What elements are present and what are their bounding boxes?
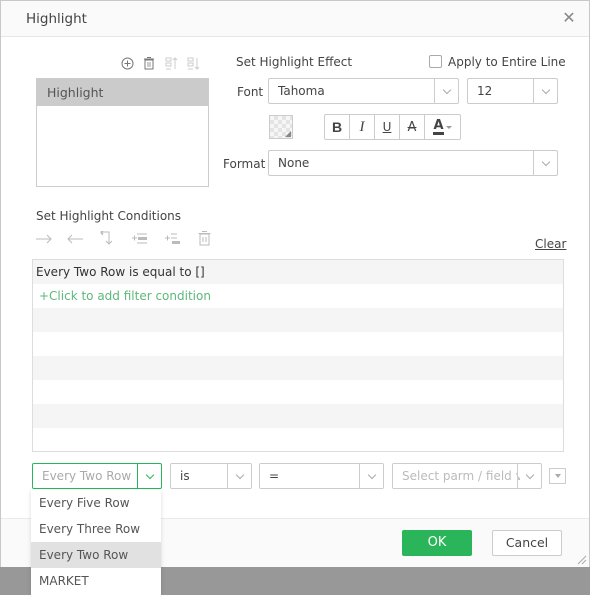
chevron-down-icon[interactable] xyxy=(359,464,383,488)
more-options-button[interactable] xyxy=(549,468,566,484)
field-dropdown-menu: Every Five Row Every Three Row Every Two… xyxy=(31,490,161,595)
indent-right-icon[interactable] xyxy=(35,231,53,247)
chevron-down-icon[interactable] xyxy=(434,79,458,103)
highlight-list: Highlight xyxy=(36,78,209,187)
empty-row xyxy=(33,428,563,452)
move-up-icon xyxy=(163,55,179,71)
italic-button[interactable]: I xyxy=(350,115,375,139)
dialog-titlebar: Highlight ✕ xyxy=(1,1,589,37)
chevron-down-icon[interactable] xyxy=(137,464,161,488)
font-label: Font xyxy=(237,85,264,99)
comparison-select-value: = xyxy=(269,469,280,483)
add-circle-icon[interactable] xyxy=(119,55,135,71)
value-select-placeholder: Select parm / field valu xyxy=(402,469,520,483)
field-select[interactable]: Every Two Row xyxy=(32,463,162,489)
return-icon[interactable] xyxy=(99,230,117,246)
empty-row xyxy=(33,380,563,404)
highlight-list-item[interactable]: Highlight xyxy=(37,79,208,106)
empty-row xyxy=(33,356,563,380)
conditions-section-label: Set Highlight Conditions xyxy=(36,209,182,223)
trash-icon[interactable] xyxy=(141,55,157,71)
format-label: Format xyxy=(223,157,266,171)
effect-section-label: Set Highlight Effect xyxy=(236,55,353,69)
ok-button[interactable]: OK xyxy=(402,530,472,556)
font-select-value: Tahoma xyxy=(278,84,325,98)
move-down-icon xyxy=(185,55,201,71)
value-select[interactable]: Select parm / field valu xyxy=(392,463,542,489)
font-select[interactable]: Tahoma xyxy=(268,78,459,104)
text-format-toolbar: B I U A A xyxy=(324,114,461,140)
delete-icon[interactable] xyxy=(196,230,212,246)
cancel-button[interactable]: Cancel xyxy=(492,530,562,556)
append-condition-icon[interactable] xyxy=(164,231,182,247)
chevron-down-icon[interactable] xyxy=(533,151,557,175)
close-icon[interactable]: ✕ xyxy=(559,8,579,28)
font-size-value: 12 xyxy=(477,84,493,98)
font-color-icon: A xyxy=(433,118,444,135)
empty-row xyxy=(33,308,563,332)
dropdown-option[interactable]: Every Three Row xyxy=(31,516,161,542)
strikethrough-button[interactable]: A xyxy=(400,115,425,139)
font-color-button[interactable]: A xyxy=(425,115,460,139)
field-select-value: Every Two Row xyxy=(42,469,132,483)
chevron-down-icon[interactable] xyxy=(533,79,557,103)
caret-down-icon xyxy=(445,125,452,129)
apply-entire-line-checkbox[interactable] xyxy=(429,55,442,68)
conditions-grid: Every Two Row is equal to [] +Click to a… xyxy=(32,259,564,452)
apply-entire-line-label: Apply to Entire Line xyxy=(448,55,566,69)
add-filter-condition-link[interactable]: +Click to add filter condition xyxy=(33,284,563,308)
background-color-picker[interactable] xyxy=(269,115,293,139)
highlight-dialog: Highlight ✕ Highlight Set Highlight Effe… xyxy=(0,0,590,567)
picker-corner-icon xyxy=(285,131,291,137)
condition-row[interactable]: Every Two Row is equal to [] xyxy=(33,260,563,284)
operator-select[interactable]: is xyxy=(170,463,252,489)
indent-left-icon[interactable] xyxy=(66,231,84,247)
bold-button[interactable]: B xyxy=(325,115,350,139)
empty-row xyxy=(33,404,563,428)
font-size-select[interactable]: 12 xyxy=(467,78,558,104)
operator-select-value: is xyxy=(180,469,190,483)
dropdown-option-selected[interactable]: Every Two Row xyxy=(31,542,161,568)
chevron-down-icon[interactable] xyxy=(517,464,541,488)
clear-link[interactable]: Clear xyxy=(535,237,566,251)
comparison-select[interactable]: = xyxy=(259,463,384,489)
dropdown-option[interactable]: Every Five Row xyxy=(31,490,161,516)
dropdown-option[interactable]: MARKET xyxy=(31,568,161,594)
underline-button[interactable]: U xyxy=(375,115,400,139)
dialog-title: Highlight xyxy=(26,11,87,27)
empty-row xyxy=(33,332,563,356)
resize-handle-icon[interactable] xyxy=(575,553,587,565)
chevron-down-icon[interactable] xyxy=(227,464,251,488)
caret-down-icon xyxy=(554,474,561,478)
format-select[interactable]: None xyxy=(268,150,558,176)
insert-condition-icon[interactable] xyxy=(131,231,149,247)
format-select-value: None xyxy=(278,156,310,170)
